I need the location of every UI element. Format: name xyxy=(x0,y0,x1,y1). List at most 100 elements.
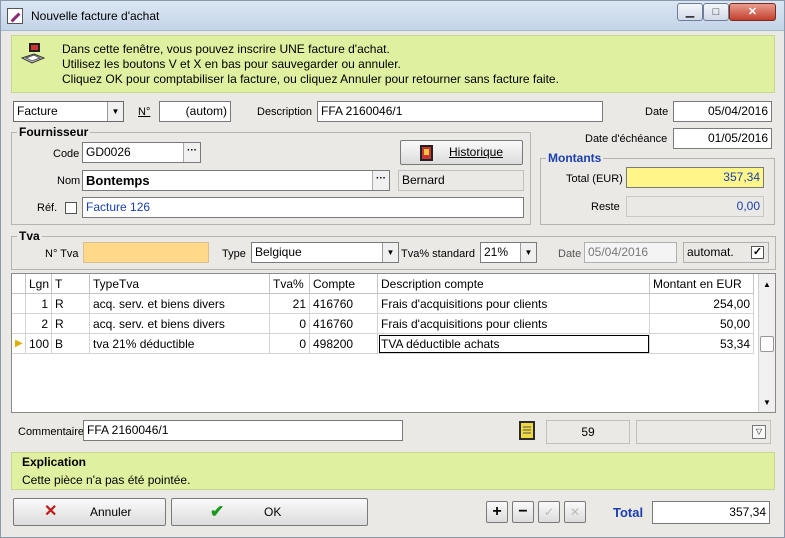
notes-icon[interactable] xyxy=(516,420,540,442)
date-field[interactable]: 05/04/2016 xyxy=(673,101,772,122)
vat-type-select[interactable]: Belgique ▼ xyxy=(251,242,399,263)
add-line-button[interactable]: + xyxy=(486,501,508,523)
table-cell[interactable]: 416760 xyxy=(310,294,378,314)
name-lookup-button[interactable]: ··· xyxy=(372,171,389,190)
table-cell[interactable]: 2 xyxy=(26,314,52,334)
chevron-down-icon[interactable]: ▼ xyxy=(520,243,536,262)
scroll-thumb[interactable] xyxy=(760,336,774,352)
supplier-name-field[interactable]: Bontemps ··· xyxy=(82,170,390,191)
table-cell[interactable]: Frais d'acquisitions pour clients xyxy=(378,294,650,314)
table-cell[interactable]: R xyxy=(52,294,90,314)
table-cell[interactable]: 1 xyxy=(26,294,52,314)
vertical-scrollbar[interactable]: ▲ ▼ xyxy=(758,274,775,412)
number-label: N° xyxy=(138,106,151,118)
cancel-label: Annuler xyxy=(90,505,132,519)
table-cell[interactable]: Frais d'acquisitions pour clients xyxy=(378,314,650,334)
line-count: 59 xyxy=(546,420,630,444)
table-cell[interactable]: 53,34 xyxy=(650,334,754,354)
supplier-code-value: GD0026 xyxy=(86,145,131,159)
table-cell[interactable]: tva 21% déductible xyxy=(90,334,270,354)
table-header[interactable]: Tva% xyxy=(270,274,310,294)
table-header[interactable]: Description compte xyxy=(378,274,650,294)
code-lookup-button[interactable]: ··· xyxy=(183,143,200,162)
auto-vat-label: automat. xyxy=(687,245,734,259)
table-header[interactable]: TypeTva xyxy=(90,274,270,294)
date-label: Date xyxy=(645,106,669,118)
row-indicator xyxy=(12,294,26,314)
table-cell[interactable]: acq. serv. et biens divers xyxy=(90,314,270,334)
description-field[interactable]: FFA 2160046/1 xyxy=(317,101,603,122)
comment-field[interactable]: FFA 2160046/1 xyxy=(83,420,403,441)
info-line-3: Cliquez OK pour comptabiliser la facture… xyxy=(62,72,559,86)
vat-number-field[interactable] xyxy=(83,242,209,263)
table-cell[interactable]: acq. serv. et biens divers xyxy=(90,294,270,314)
chevron-down-icon[interactable]: ▼ xyxy=(382,243,398,262)
rest-label: Reste xyxy=(591,201,620,213)
ok-button[interactable]: ✔ OK xyxy=(171,498,368,526)
table-cell[interactable]: 0 xyxy=(270,314,310,334)
ref-checkbox[interactable] xyxy=(65,202,77,214)
description-label: Description xyxy=(257,106,313,118)
expand-down-icon[interactable]: ▽ xyxy=(752,425,766,439)
info-line-2: Utilisez les boutons V et X en bas pour … xyxy=(62,57,401,71)
doc-type-select[interactable]: Facture ▼ xyxy=(13,101,124,122)
footer-total-value: 357,34 xyxy=(652,501,770,524)
scroll-down-icon[interactable]: ▼ xyxy=(763,398,771,407)
comment-label: Commentaire xyxy=(18,426,85,438)
keyboard-icon xyxy=(20,43,46,64)
book-icon xyxy=(420,145,433,161)
cancel-line-button[interactable]: ✕ xyxy=(564,501,586,523)
table-cell-active[interactable]: TVA déductible achats xyxy=(378,334,650,354)
supplier-code-field[interactable]: GD0026 ··· xyxy=(82,142,201,163)
info-line-1: Dans cette fenêtre, vous pouvez inscrire… xyxy=(62,42,390,56)
vat-standard-value: 21% xyxy=(484,245,509,259)
supplier-group-title: Fournisseur xyxy=(17,125,91,139)
history-label: Historique xyxy=(449,145,504,159)
amounts-group-title: Montants xyxy=(546,151,604,165)
due-date-field[interactable]: 01/05/2016 xyxy=(673,128,772,149)
auto-vat-toggle[interactable]: automat. ✓ xyxy=(683,242,769,263)
table-cell[interactable]: 498200 xyxy=(310,334,378,354)
table-header[interactable]: Montant en EUR xyxy=(650,274,754,294)
row-indicator xyxy=(12,314,26,334)
table-cell[interactable]: 416760 xyxy=(310,314,378,334)
current-row-arrow-icon: ▶ xyxy=(12,334,26,354)
remove-line-button[interactable]: − xyxy=(512,501,534,523)
history-button[interactable]: Historique xyxy=(400,140,523,165)
vat-date-label: Date xyxy=(558,248,582,260)
total-eur-value: 357,34 xyxy=(626,167,764,188)
cancel-button[interactable]: ✕ Annuler xyxy=(13,498,166,526)
chevron-down-icon[interactable]: ▼ xyxy=(107,102,123,121)
minimize-button[interactable]: ▁ xyxy=(677,3,703,21)
ok-label: OK xyxy=(264,505,282,519)
number-field[interactable]: (autom) xyxy=(159,101,231,122)
table-header[interactable]: Compte xyxy=(310,274,378,294)
lines-table: Lgn T TypeTva Tva% Compte Description co… xyxy=(11,273,776,413)
auto-vat-checkbox[interactable]: ✓ xyxy=(751,246,764,259)
code-label: Code xyxy=(53,148,80,160)
name-label: Nom xyxy=(57,175,81,187)
table-header[interactable]: Lgn xyxy=(26,274,52,294)
scroll-up-icon[interactable]: ▲ xyxy=(763,280,771,289)
vat-type-value: Belgique xyxy=(255,245,302,259)
table-cell[interactable]: 100 xyxy=(26,334,52,354)
table-cell[interactable]: 254,00 xyxy=(650,294,754,314)
reference-field[interactable]: Facture 126 xyxy=(82,197,524,218)
table-header[interactable]: T xyxy=(52,274,90,294)
vat-date-field: 05/04/2016 xyxy=(584,242,677,263)
table-cell[interactable]: B xyxy=(52,334,90,354)
vat-standard-select[interactable]: 21% ▼ xyxy=(480,242,537,263)
explanation-panel: Explication Cette pièce n'a pas été poin… xyxy=(11,452,775,490)
due-date-label: Date d'échéance xyxy=(585,133,668,145)
table-cell[interactable]: 0 xyxy=(270,334,310,354)
info-text: Dans cette fenêtre, vous pouvez inscrire… xyxy=(62,42,559,87)
table-cell[interactable]: R xyxy=(52,314,90,334)
invoice-window: Nouvelle facture d'achat ▁ □ ✕ Dans cett… xyxy=(0,0,785,538)
table-cell[interactable]: 21 xyxy=(270,294,310,314)
table-cell[interactable]: 50,00 xyxy=(650,314,754,334)
maximize-button[interactable]: □ xyxy=(703,3,729,21)
close-button[interactable]: ✕ xyxy=(729,3,776,21)
confirm-line-button[interactable]: ✓ xyxy=(538,501,560,523)
title-bar: Nouvelle facture d'achat ▁ □ ✕ xyxy=(1,1,784,31)
vat-number-label: N° Tva xyxy=(45,248,79,260)
